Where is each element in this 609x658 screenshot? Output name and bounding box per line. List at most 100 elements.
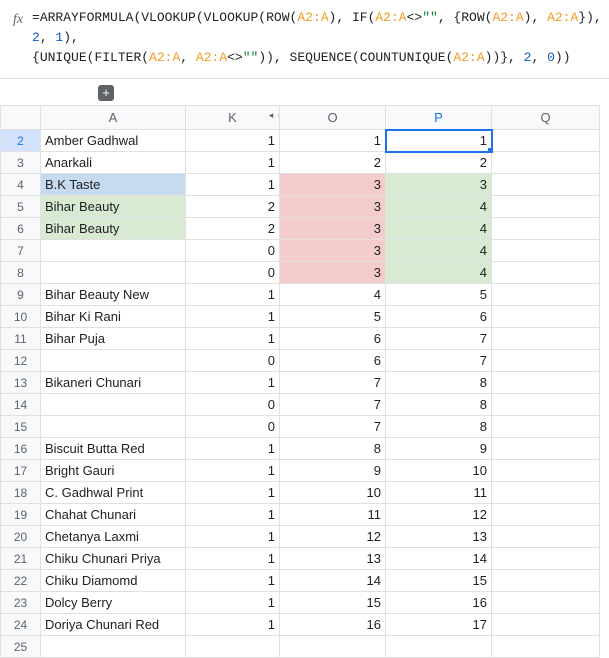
row-header[interactable]: 22 bbox=[1, 570, 41, 592]
cell-K17[interactable]: 1 bbox=[186, 460, 280, 482]
column-group-toggle[interactable]: ◂▸ bbox=[267, 110, 280, 120]
cell-K10[interactable]: 1 bbox=[186, 306, 280, 328]
cell-K9[interactable]: 1 bbox=[186, 284, 280, 306]
cell-O9[interactable]: 4 bbox=[280, 284, 386, 306]
cell-Q3[interactable] bbox=[492, 152, 600, 174]
cell-Q18[interactable] bbox=[492, 482, 600, 504]
cell-K23[interactable]: 1 bbox=[186, 592, 280, 614]
column-header-Q[interactable]: Q bbox=[492, 106, 600, 130]
row-header[interactable]: 16 bbox=[1, 438, 41, 460]
cell-P19[interactable]: 12 bbox=[386, 504, 492, 526]
cell-Q6[interactable] bbox=[492, 218, 600, 240]
cell-K8[interactable]: 0 bbox=[186, 262, 280, 284]
select-all-corner[interactable] bbox=[1, 106, 41, 130]
cell-O4[interactable]: 3 bbox=[280, 174, 386, 196]
cell-K18[interactable]: 1 bbox=[186, 482, 280, 504]
cell-A19[interactable]: Chahat Chunari bbox=[41, 504, 186, 526]
cell-O2[interactable]: 1 bbox=[280, 130, 386, 152]
cell-K12[interactable]: 0 bbox=[186, 350, 280, 372]
spreadsheet-grid[interactable]: AK◂▸OPQ 2Amber Gadhwal1113Anarkali1224B.… bbox=[0, 105, 600, 658]
cell-A20[interactable]: Chetanya Laxmi bbox=[41, 526, 186, 548]
cell-K22[interactable]: 1 bbox=[186, 570, 280, 592]
cell-A2[interactable]: Amber Gadhwal bbox=[41, 130, 186, 152]
cell-A14[interactable] bbox=[41, 394, 186, 416]
cell-K6[interactable]: 2 bbox=[186, 218, 280, 240]
cell-O19[interactable]: 11 bbox=[280, 504, 386, 526]
cell-P7[interactable]: 4 bbox=[386, 240, 492, 262]
column-header-K[interactable]: K◂▸ bbox=[186, 106, 280, 130]
cell-P23[interactable]: 16 bbox=[386, 592, 492, 614]
row-header[interactable]: 9 bbox=[1, 284, 41, 306]
cell-P13[interactable]: 8 bbox=[386, 372, 492, 394]
row-header[interactable]: 5 bbox=[1, 196, 41, 218]
cell-Q10[interactable] bbox=[492, 306, 600, 328]
cell-Q4[interactable] bbox=[492, 174, 600, 196]
cell-K5[interactable]: 2 bbox=[186, 196, 280, 218]
cell-Q7[interactable] bbox=[492, 240, 600, 262]
cell-Q9[interactable] bbox=[492, 284, 600, 306]
cell-O25[interactable] bbox=[280, 636, 386, 658]
cell-P2[interactable]: 1 bbox=[386, 130, 492, 152]
row-header[interactable]: 20 bbox=[1, 526, 41, 548]
column-header-P[interactable]: P bbox=[386, 106, 492, 130]
cell-A18[interactable]: C. Gadhwal Print bbox=[41, 482, 186, 504]
row-header[interactable]: 4 bbox=[1, 174, 41, 196]
cell-O20[interactable]: 12 bbox=[280, 526, 386, 548]
cell-K4[interactable]: 1 bbox=[186, 174, 280, 196]
row-header[interactable]: 8 bbox=[1, 262, 41, 284]
cell-P22[interactable]: 15 bbox=[386, 570, 492, 592]
row-header[interactable]: 13 bbox=[1, 372, 41, 394]
row-header[interactable]: 2 bbox=[1, 130, 41, 152]
cell-P24[interactable]: 17 bbox=[386, 614, 492, 636]
cell-P15[interactable]: 8 bbox=[386, 416, 492, 438]
cell-A24[interactable]: Doriya Chunari Red bbox=[41, 614, 186, 636]
cell-Q21[interactable] bbox=[492, 548, 600, 570]
cell-O8[interactable]: 3 bbox=[280, 262, 386, 284]
cell-A13[interactable]: Bikaneri Chunari bbox=[41, 372, 186, 394]
row-header[interactable]: 15 bbox=[1, 416, 41, 438]
cell-K24[interactable]: 1 bbox=[186, 614, 280, 636]
row-header[interactable]: 7 bbox=[1, 240, 41, 262]
cell-Q5[interactable] bbox=[492, 196, 600, 218]
cell-A10[interactable]: Bihar Ki Rani bbox=[41, 306, 186, 328]
cell-P8[interactable]: 4 bbox=[386, 262, 492, 284]
cell-O18[interactable]: 10 bbox=[280, 482, 386, 504]
cell-A5[interactable]: Bihar Beauty bbox=[41, 196, 186, 218]
cell-A3[interactable]: Anarkali bbox=[41, 152, 186, 174]
cell-P9[interactable]: 5 bbox=[386, 284, 492, 306]
cell-A21[interactable]: Chiku Chunari Priya bbox=[41, 548, 186, 570]
row-header[interactable]: 21 bbox=[1, 548, 41, 570]
cell-P18[interactable]: 11 bbox=[386, 482, 492, 504]
cell-O6[interactable]: 3 bbox=[280, 218, 386, 240]
row-header[interactable]: 23 bbox=[1, 592, 41, 614]
cell-Q12[interactable] bbox=[492, 350, 600, 372]
row-header[interactable]: 17 bbox=[1, 460, 41, 482]
column-header-A[interactable]: A bbox=[41, 106, 186, 130]
row-header[interactable]: 12 bbox=[1, 350, 41, 372]
cell-O24[interactable]: 16 bbox=[280, 614, 386, 636]
cell-A6[interactable]: Bihar Beauty bbox=[41, 218, 186, 240]
formula-input[interactable]: =ARRAYFORMULA(VLOOKUP(VLOOKUP(ROW(A2:A),… bbox=[32, 6, 605, 68]
cell-Q24[interactable] bbox=[492, 614, 600, 636]
cell-Q11[interactable] bbox=[492, 328, 600, 350]
cell-O23[interactable]: 15 bbox=[280, 592, 386, 614]
cell-A16[interactable]: Biscuit Butta Red bbox=[41, 438, 186, 460]
cell-Q17[interactable] bbox=[492, 460, 600, 482]
cell-A22[interactable]: Chiku Diamomd bbox=[41, 570, 186, 592]
column-header-O[interactable]: O bbox=[280, 106, 386, 130]
cell-O7[interactable]: 3 bbox=[280, 240, 386, 262]
row-header[interactable]: 24 bbox=[1, 614, 41, 636]
cell-P6[interactable]: 4 bbox=[386, 218, 492, 240]
cell-P11[interactable]: 7 bbox=[386, 328, 492, 350]
cell-Q22[interactable] bbox=[492, 570, 600, 592]
row-header[interactable]: 19 bbox=[1, 504, 41, 526]
cell-Q19[interactable] bbox=[492, 504, 600, 526]
cell-O3[interactable]: 2 bbox=[280, 152, 386, 174]
cell-P25[interactable] bbox=[386, 636, 492, 658]
row-header[interactable]: 6 bbox=[1, 218, 41, 240]
cell-Q23[interactable] bbox=[492, 592, 600, 614]
row-header[interactable]: 3 bbox=[1, 152, 41, 174]
cell-A12[interactable] bbox=[41, 350, 186, 372]
cell-O17[interactable]: 9 bbox=[280, 460, 386, 482]
cell-K15[interactable]: 0 bbox=[186, 416, 280, 438]
